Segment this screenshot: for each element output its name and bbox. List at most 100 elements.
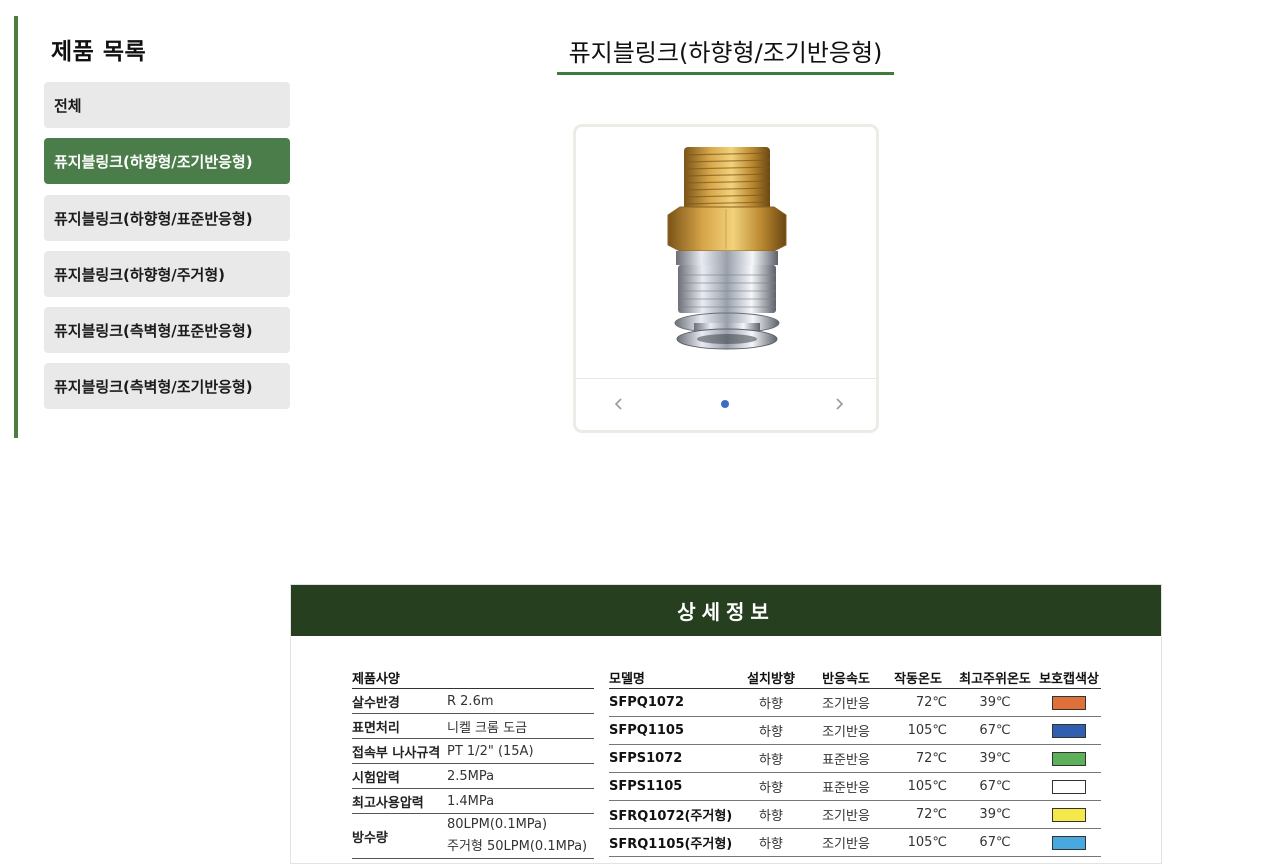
spec-value-line: 80LPM(0.1MPa) <box>447 817 548 832</box>
model-name: SFRQ1072(주거형) <box>609 800 733 829</box>
response-speed: 조기반응 <box>809 800 883 829</box>
detail-info-panel: 상세정보 제품사양 살수반경 R 2.6m 표면처리 니켈 크롬 도금 접속부 … <box>290 584 1162 864</box>
column-header: 설치방향 <box>733 667 809 689</box>
install-direction: 하향 <box>733 744 809 773</box>
spec-key: 표면처리 <box>352 713 447 739</box>
max-ambient-temperature: 67℃ <box>953 772 1037 801</box>
spec-value-line: 주거형 50LPM(0.1MPa) <box>447 839 588 854</box>
operating-temperature: 105℃ <box>883 828 953 857</box>
cap-color-cell <box>1037 800 1101 829</box>
spec-key: 살수반경 <box>352 688 447 714</box>
model-name: SFPS1105 <box>609 772 733 801</box>
sidebar-item-label: 퓨지블링크(하향형/주거형) <box>54 265 225 284</box>
column-header: 보호캡색상 <box>1037 667 1101 689</box>
chevron-left-icon <box>614 398 622 410</box>
spec-heading: 제품사양 <box>352 667 594 689</box>
sidebar-item-sidewall-quick-response[interactable]: 퓨지블링크(측벽형/조기반응형) <box>44 363 290 409</box>
model-name: SFPQ1072 <box>609 688 733 717</box>
operating-temperature: 105℃ <box>883 772 953 801</box>
table-row: SFPS1105 하향 표준반응 105℃ 67℃ <box>609 772 1101 801</box>
column-header: 모델명 <box>609 667 733 689</box>
product-sidebar: 제품 목록 전체 퓨지블링크(하향형/조기반응형) 퓨지블링크(하향형/표준반응… <box>14 16 308 438</box>
column-header: 최고주위온도 <box>953 667 1037 689</box>
carousel-prev-button[interactable] <box>607 392 631 416</box>
table-row: 살수반경 R 2.6m <box>352 688 594 714</box>
sidebar-item-sidewall-standard-response[interactable]: 퓨지블링크(측벽형/표준반응형) <box>44 307 290 353</box>
model-name: SFRQ1105(주거형) <box>609 828 733 857</box>
sidebar-item-pendent-quick-response[interactable]: 퓨지블링크(하향형/조기반응형) <box>44 138 290 184</box>
model-name: SFPQ1105 <box>609 716 733 745</box>
spec-table: 제품사양 살수반경 R 2.6m 표면처리 니켈 크롬 도금 접속부 나사규격 … <box>352 667 594 859</box>
cap-color-cell <box>1037 716 1101 745</box>
sidebar-item-label: 퓨지블링크(측벽형/조기반응형) <box>54 377 253 396</box>
operating-temperature: 72℃ <box>883 744 953 773</box>
model-table: 모델명 설치방향 반응속도 작동온도 최고주위온도 보호캡색상 SFPQ1072… <box>609 667 1101 857</box>
product-title: 퓨지블링크(하향형/조기반응형) <box>557 33 894 75</box>
spec-value: 80LPM(0.1MPa) 주거형 50LPM(0.1MPa) <box>447 813 594 859</box>
table-row: SFRQ1072(주거형) 하향 조기반응 72℃ 39℃ <box>609 800 1101 829</box>
cap-color-cell <box>1037 688 1101 717</box>
max-ambient-temperature: 67℃ <box>953 716 1037 745</box>
cap-color-swatch <box>1052 723 1086 738</box>
cap-color-cell <box>1037 744 1101 773</box>
table-header-row: 모델명 설치방향 반응속도 작동온도 최고주위온도 보호캡색상 <box>609 667 1101 689</box>
carousel-dot-1[interactable] <box>721 400 729 408</box>
cap-color-swatch <box>1052 779 1086 794</box>
spec-value: 니켈 크롬 도금 <box>447 713 594 739</box>
sidebar-item-pendent-residential[interactable]: 퓨지블링크(하향형/주거형) <box>44 251 290 297</box>
max-ambient-temperature: 39℃ <box>953 744 1037 773</box>
table-row: SFRQ1105(주거형) 하향 조기반응 105℃ 67℃ <box>609 828 1101 857</box>
table-row: 방수량 80LPM(0.1MPa) 주거형 50LPM(0.1MPa) <box>352 813 594 859</box>
install-direction: 하향 <box>733 800 809 829</box>
response-speed: 조기반응 <box>809 716 883 745</box>
max-ambient-temperature: 39℃ <box>953 688 1037 717</box>
spec-key: 방수량 <box>352 813 447 859</box>
cap-color-swatch <box>1052 807 1086 822</box>
response-speed: 표준반응 <box>809 744 883 773</box>
table-row: 표면처리 니켈 크롬 도금 <box>352 713 594 739</box>
install-direction: 하향 <box>733 828 809 857</box>
operating-temperature: 72℃ <box>883 800 953 829</box>
max-ambient-temperature: 39℃ <box>953 800 1037 829</box>
table-row: 접속부 나사규격 PT 1/2" (15A) <box>352 738 594 764</box>
table-row: SFPQ1072 하향 조기반응 72℃ 39℃ <box>609 688 1101 717</box>
chevron-right-icon <box>836 398 844 410</box>
cap-color-cell <box>1037 772 1101 801</box>
spec-value: R 2.6m <box>447 688 594 714</box>
table-row: SFPQ1105 하향 조기반응 105℃ 67℃ <box>609 716 1101 745</box>
spec-value: 1.4MPa <box>447 788 594 814</box>
table-row: SFPS1072 하향 표준반응 72℃ 39℃ <box>609 744 1101 773</box>
spec-value: 2.5MPa <box>447 763 594 789</box>
cap-color-swatch <box>1052 751 1086 766</box>
install-direction: 하향 <box>733 688 809 717</box>
cap-color-swatch <box>1052 695 1086 710</box>
table-row: 시험압력 2.5MPa <box>352 763 594 789</box>
cap-color-swatch <box>1052 835 1086 850</box>
response-speed: 조기반응 <box>809 688 883 717</box>
product-image <box>667 147 787 350</box>
response-speed: 조기반응 <box>809 828 883 857</box>
model-rows: SFPQ1072 하향 조기반응 72℃ 39℃ SFPQ1105 하향 조기반응 105℃ 67… <box>609 688 1101 857</box>
product-image-carousel <box>573 124 879 433</box>
spec-key: 접속부 나사규격 <box>352 738 447 764</box>
sidebar-item-label: 퓨지블링크(측벽형/표준반응형) <box>54 321 253 340</box>
cap-color-cell <box>1037 828 1101 857</box>
sidebar-item-all[interactable]: 전체 <box>44 82 290 128</box>
operating-temperature: 72℃ <box>883 688 953 717</box>
sidebar-title: 제품 목록 <box>51 39 147 65</box>
sidebar-item-label: 퓨지블링크(하향형/조기반응형) <box>54 152 253 171</box>
sidebar-item-label: 전체 <box>54 96 82 115</box>
spec-value: PT 1/2" (15A) <box>447 738 594 764</box>
detail-header: 상세정보 <box>291 585 1161 636</box>
install-direction: 하향 <box>733 772 809 801</box>
response-speed: 표준반응 <box>809 772 883 801</box>
column-header: 작동온도 <box>883 667 953 689</box>
carousel-divider <box>576 378 876 379</box>
model-name: SFPS1072 <box>609 744 733 773</box>
sidebar-item-pendent-standard-response[interactable]: 퓨지블링크(하향형/표준반응형) <box>44 195 290 241</box>
install-direction: 하향 <box>733 716 809 745</box>
spec-key: 시험압력 <box>352 763 447 789</box>
operating-temperature: 105℃ <box>883 716 953 745</box>
carousel-next-button[interactable] <box>827 392 851 416</box>
spec-key: 최고사용압력 <box>352 788 447 814</box>
